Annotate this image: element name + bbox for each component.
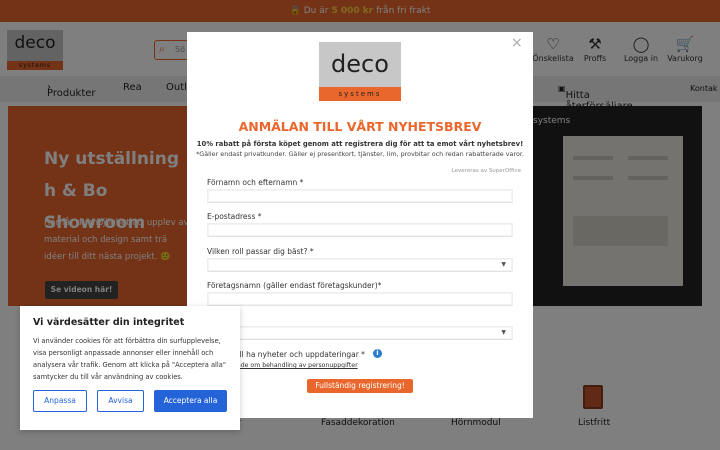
extra-select[interactable]: ▼ <box>207 326 513 340</box>
name-label: Förnamn och efternamn * <box>207 178 304 187</box>
modal-subtitle: 10% rabatt på första köpet genom att reg… <box>196 140 524 148</box>
powered-by[interactable]: Levereras av SuperOffice <box>407 168 521 174</box>
email-field[interactable] <box>207 223 513 237</box>
modal-logo-word: deco <box>331 50 389 78</box>
accept-all-button[interactable]: Acceptera alla <box>154 390 227 412</box>
cookie-banner: Vi värdesätter din integritet Vi använde… <box>20 306 240 430</box>
role-label: Vilken roll passar dig bäst? * <box>207 247 314 256</box>
cookie-title: Vi värdesätter din integritet <box>33 317 185 328</box>
modal-logo-tag: systems <box>319 87 401 101</box>
reject-button[interactable]: Avvisa <box>97 390 144 412</box>
privacy-policy-link[interactable]: ande om behandling av personuppgifter <box>233 362 358 369</box>
cookie-text: Vi använder cookies för att förbättra di… <box>33 337 226 381</box>
info-icon[interactable]: i <box>373 349 382 358</box>
modal-logo: deco systems <box>319 42 401 101</box>
modal-title: ANMÄLAN TILL VÅRT NYHETSBREV <box>238 119 482 134</box>
customize-button[interactable]: Anpassa <box>33 390 87 412</box>
consent-checkbox-label[interactable]: vill ha nyheter och uppdateringar * <box>233 350 365 359</box>
company-label: Företagsnamn (gäller endast företagskund… <box>207 281 382 290</box>
role-select[interactable]: ▼ <box>207 258 513 272</box>
email-label: E-postadress * <box>207 212 262 221</box>
chevron-down-icon: ▼ <box>501 329 506 336</box>
company-field[interactable] <box>207 292 513 306</box>
close-icon[interactable]: × <box>511 35 523 51</box>
name-field[interactable] <box>207 189 513 203</box>
modal-note: *Gäller endast privatkunder. Gäller ej p… <box>196 150 524 158</box>
chevron-down-icon: ▼ <box>501 261 506 268</box>
submit-button[interactable]: Fullständig registrering! <box>307 379 413 393</box>
